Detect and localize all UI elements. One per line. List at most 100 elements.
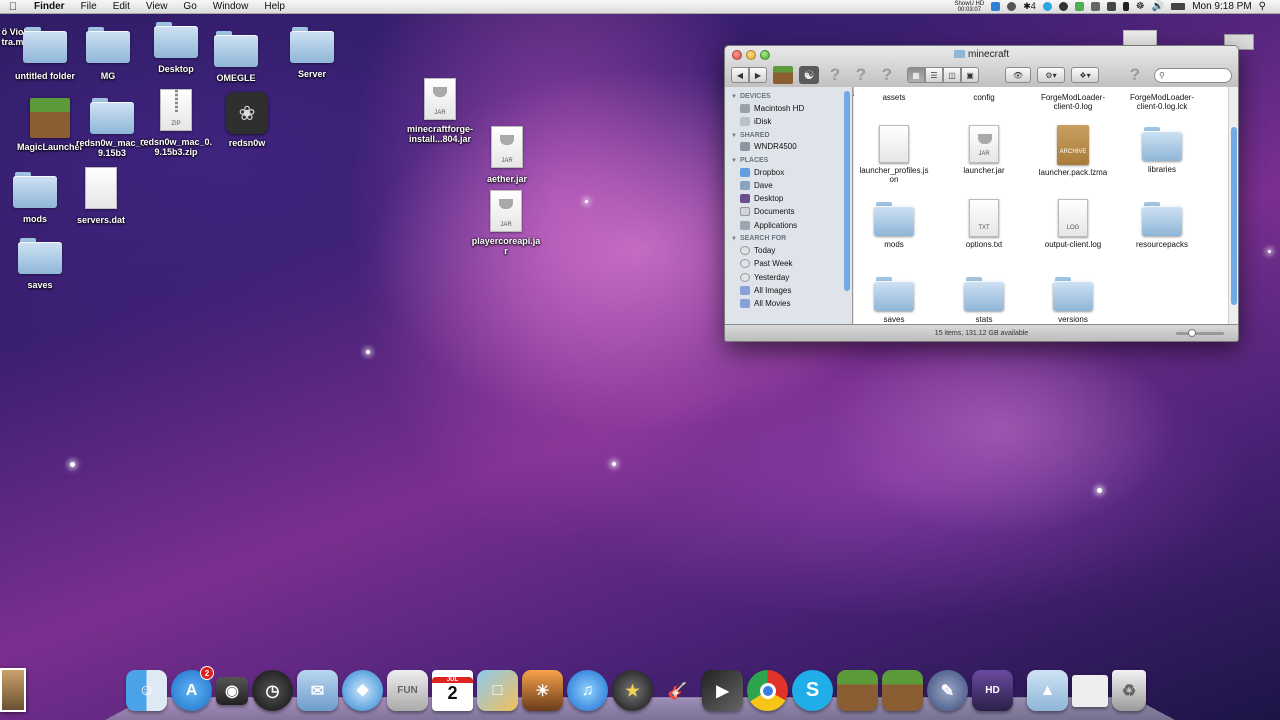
skype-dock-icon[interactable]: S: [792, 670, 833, 711]
desktop-servers-dat[interactable]: servers.dat: [61, 167, 141, 225]
list-view-button[interactable]: ☰: [925, 67, 943, 83]
bluetooth-icon[interactable]: [1122, 2, 1129, 11]
sidebar-item-macintosh-hd[interactable]: Macintosh HD: [725, 102, 852, 115]
time-machine-icon[interactable]: [1058, 2, 1068, 11]
preview-dock-icon[interactable]: □: [477, 670, 518, 711]
file-item-launcher-profiles[interactable]: launcher_profiles.js on: [854, 125, 939, 184]
unknown-toolbar-icon[interactable]: ?: [877, 65, 897, 85]
file-item-libraries[interactable]: libraries: [1117, 127, 1207, 174]
app-store-dock-icon[interactable]: A2: [171, 666, 214, 711]
file-item-output-log[interactable]: LOG output-client.log: [1028, 199, 1118, 249]
minecraft-dock-icon[interactable]: [837, 670, 878, 711]
trash-dock-icon[interactable]: ♻: [1112, 670, 1146, 711]
file-item-forge-log[interactable]: ForgeModLoader- client-0.log: [1028, 93, 1118, 111]
wifi-icon[interactable]: ☸: [1136, 1, 1145, 12]
file-item-forge-lck[interactable]: ForgeModLoader- client-0.log.lck: [1117, 93, 1207, 111]
search-field[interactable]: ⚲: [1154, 67, 1232, 83]
file-item-launcher-jar[interactable]: JAR launcher.jar: [939, 125, 1029, 175]
skype-icon[interactable]: [1042, 2, 1052, 11]
dropbox-menu-button[interactable]: ❖▾: [1071, 67, 1099, 83]
sidebar-item-past-week[interactable]: Past Week: [725, 258, 852, 271]
menu-help[interactable]: Help: [256, 1, 293, 12]
apple-menu-icon[interactable]: : [0, 1, 26, 13]
fun-folder-dock-icon[interactable]: FUN: [387, 670, 428, 711]
icon-view-button[interactable]: ▦: [907, 67, 925, 83]
unknown-toolbar-icon[interactable]: ?: [851, 65, 871, 85]
menu-window[interactable]: Window: [205, 1, 257, 12]
person-toolbar-icon[interactable]: ☯: [799, 66, 819, 84]
back-button[interactable]: ◀: [731, 67, 749, 83]
column-view-button[interactable]: ◫: [943, 67, 961, 83]
sidebar-header-search-for[interactable]: ▼ SEARCH FOR: [725, 232, 852, 244]
file-item-mods[interactable]: mods: [854, 202, 939, 249]
volume-icon[interactable]: 🔊: [1152, 1, 1164, 12]
spotlight-icon[interactable]: ⚲: [1259, 1, 1266, 12]
file-item-saves[interactable]: saves: [854, 277, 939, 324]
hd-pro-dock-icon[interactable]: HD: [972, 670, 1013, 711]
unknown-toolbar-icon[interactable]: ?: [825, 65, 845, 85]
sidebar-item-wndr4500[interactable]: WNDR4500: [725, 141, 852, 154]
file-item-stats[interactable]: stats: [939, 277, 1029, 324]
finder-dock-icon[interactable]: ☺: [126, 670, 167, 711]
menu-finder[interactable]: Finder: [26, 1, 73, 12]
menubar-clock[interactable]: Mon 9:18 PM: [1192, 1, 1251, 12]
sidebar-item-yesterday[interactable]: Yesterday: [725, 271, 852, 284]
final-cut-dock-icon[interactable]: ▶: [702, 670, 743, 711]
dropbox-icon[interactable]: [991, 2, 1001, 11]
forward-button[interactable]: ▶: [749, 67, 767, 83]
imovie-dock-icon[interactable]: ★: [612, 670, 653, 711]
app-status-icon[interactable]: [1090, 2, 1100, 11]
desktop-aether-jar[interactable]: JAR aether.jar: [467, 126, 547, 184]
adobe-icon[interactable]: ✱4: [1023, 1, 1036, 12]
itunes-dock-icon[interactable]: ♫: [567, 670, 608, 711]
action-menu-button[interactable]: ⚙▾: [1037, 67, 1065, 83]
safari-dock-icon[interactable]: ❖: [342, 670, 383, 711]
desktop-server-folder[interactable]: Server: [272, 27, 352, 79]
sidebar-item-dave[interactable]: Dave: [725, 179, 852, 192]
cube-icon[interactable]: [1106, 2, 1116, 11]
applications-stack-dock-icon[interactable]: ▲: [1027, 670, 1068, 711]
menu-go[interactable]: Go: [175, 1, 204, 12]
chrome-dock-icon[interactable]: [747, 670, 788, 711]
iphoto-dock-icon[interactable]: ☀: [522, 670, 563, 711]
sidebar-scrollbar[interactable]: [844, 91, 850, 291]
unknown-toolbar-icon[interactable]: ?: [1125, 65, 1145, 85]
file-item-resourcepacks[interactable]: resourcepacks: [1117, 202, 1207, 249]
file-item-config[interactable]: config: [939, 93, 1029, 102]
mail-dock-icon[interactable]: ✉: [297, 670, 338, 711]
chrome-status-icon[interactable]: [1074, 2, 1084, 11]
sync-icon[interactable]: [1007, 2, 1017, 11]
file-item-versions[interactable]: versions: [1028, 277, 1118, 324]
downloads-stack-dock-icon[interactable]: [1072, 675, 1108, 707]
sidebar-item-documents[interactable]: Documents: [725, 206, 852, 219]
coverflow-view-button[interactable]: ▣: [961, 67, 979, 83]
sidebar-item-idisk[interactable]: iDisk: [725, 115, 852, 128]
menu-view[interactable]: View: [138, 1, 176, 12]
desktop-hidden-doc[interactable]: [1123, 30, 1157, 46]
file-item-options[interactable]: TXT options.txt: [939, 199, 1029, 249]
desktop-redsn0w-app[interactable]: ❀ redsn0w: [207, 92, 287, 148]
sidebar-item-all-movies[interactable]: All Movies: [725, 298, 852, 311]
sidebar-item-applications[interactable]: Applications: [725, 219, 852, 232]
dashboard-dock-icon[interactable]: ◷: [252, 670, 293, 711]
scrollbar-thumb[interactable]: [1231, 127, 1237, 305]
minecraft-launcher-dock-icon[interactable]: [882, 670, 923, 711]
content-scrollbar[interactable]: [1228, 87, 1238, 324]
battery-icon[interactable]: [1171, 3, 1186, 10]
sidebar-header-shared[interactable]: ▼ SHARED: [725, 129, 852, 141]
sidebar-item-desktop[interactable]: Desktop: [725, 192, 852, 205]
sidebar-item-dropbox[interactable]: Dropbox: [725, 166, 852, 179]
desktop-omegle-folder[interactable]: OMEGLE: [196, 31, 276, 83]
desktop-playercoreapi-jar[interactable]: JAR playercoreapi.ja r: [466, 190, 546, 256]
ical-dock-icon[interactable]: JUL 2: [432, 670, 473, 711]
system-utility-dock-icon[interactable]: ✎: [927, 670, 968, 711]
minecraft-toolbar-icon[interactable]: [773, 66, 793, 84]
file-item-assets[interactable]: assets: [854, 93, 939, 102]
sidebar-item-today[interactable]: Today: [725, 244, 852, 257]
recording-indicator[interactable]: ShowU HD 00:03:07: [955, 1, 985, 13]
sidebar-header-places[interactable]: ▼ PLACES: [725, 154, 852, 166]
sidebar-item-all-images[interactable]: All Images: [725, 284, 852, 297]
desktop-saves-folder[interactable]: saves: [0, 238, 80, 290]
quick-look-button[interactable]: 👁: [1005, 67, 1031, 83]
desktop-redsn0w-zip[interactable]: ZIP redsn0w_mac_0. 9.15b3.zip: [136, 89, 216, 157]
